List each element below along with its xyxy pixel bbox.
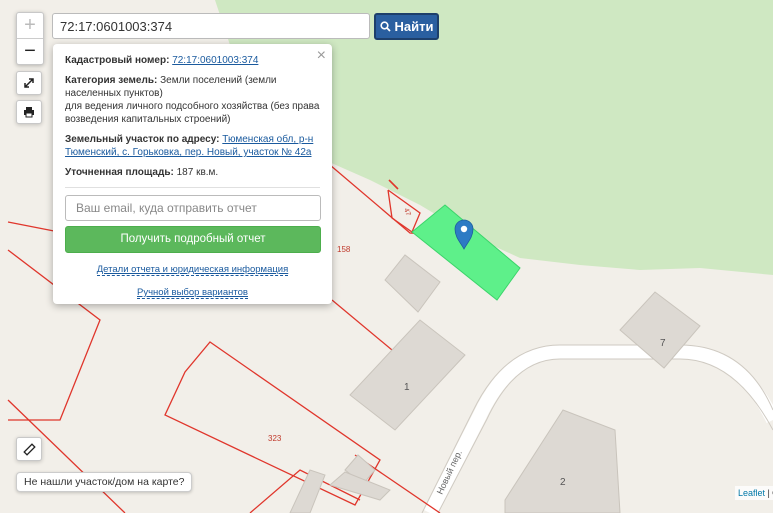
- ruler-icon: [22, 442, 36, 456]
- attribution-separator: | ©: [767, 488, 773, 498]
- print-button[interactable]: [16, 100, 42, 124]
- land-purpose-text: для ведения личного подсобного хозяйства…: [65, 101, 320, 125]
- search-icon: [379, 21, 391, 32]
- land-category-row: Категория земель: Земли поселений (земли…: [65, 74, 320, 126]
- parcel-number-323: 323: [268, 434, 282, 443]
- fullscreen-button[interactable]: [16, 71, 42, 95]
- cadastral-number-label: Кадастровый номер:: [65, 55, 170, 66]
- email-field[interactable]: [65, 195, 321, 221]
- report-details-link[interactable]: Детали отчета и юридическая информация: [65, 263, 320, 276]
- report-details-link-text: Детали отчета и юридическая информация: [96, 264, 289, 276]
- ruler-button[interactable]: [16, 437, 42, 461]
- zoom-out-button[interactable]: −: [17, 38, 43, 64]
- manual-selection-link-text: Ручной выбор вариантов: [137, 287, 248, 299]
- get-report-button[interactable]: Получить подробный отчет: [65, 226, 321, 253]
- printer-icon: [24, 107, 34, 118]
- area-row: Уточненная площадь: 187 кв.м.: [65, 166, 320, 179]
- close-icon[interactable]: ×: [317, 48, 326, 64]
- map-attribution: Leaflet | ©: [735, 486, 773, 500]
- leaflet-link[interactable]: Leaflet: [738, 488, 765, 498]
- cadastral-number-link[interactable]: 72:17:0601003:374: [172, 55, 258, 66]
- area-value: 187 кв.м.: [176, 167, 219, 178]
- zoom-controls: + −: [16, 12, 44, 65]
- cadastral-search-input[interactable]: [52, 13, 370, 39]
- manual-selection-link[interactable]: Ручной выбор вариантов: [65, 286, 320, 299]
- parcel-info-popup: × Кадастровый номер: 72:17:0601003:374 К…: [53, 44, 332, 304]
- not-found-button[interactable]: Не нашли участок/дом на карте?: [16, 472, 193, 492]
- house-number-2: 2: [560, 477, 566, 488]
- house-number-1: 1: [404, 382, 410, 393]
- search-button[interactable]: Найти: [374, 13, 439, 40]
- search-button-label: Найти: [394, 19, 434, 34]
- zoom-in-button[interactable]: +: [17, 13, 43, 38]
- parcel-number-158: 158: [337, 245, 351, 254]
- address-label: Земельный участок по адресу:: [65, 134, 220, 145]
- divider: [65, 187, 320, 188]
- house-number-7: 7: [660, 338, 666, 349]
- land-category-label: Категория земель:: [65, 75, 158, 86]
- address-row: Земельный участок по адресу: Тюменская о…: [65, 133, 320, 159]
- cadastral-number-row: Кадастровый номер: 72:17:0601003:374: [65, 54, 320, 67]
- area-label: Уточненная площадь:: [65, 167, 174, 178]
- expand-icon: [24, 78, 34, 88]
